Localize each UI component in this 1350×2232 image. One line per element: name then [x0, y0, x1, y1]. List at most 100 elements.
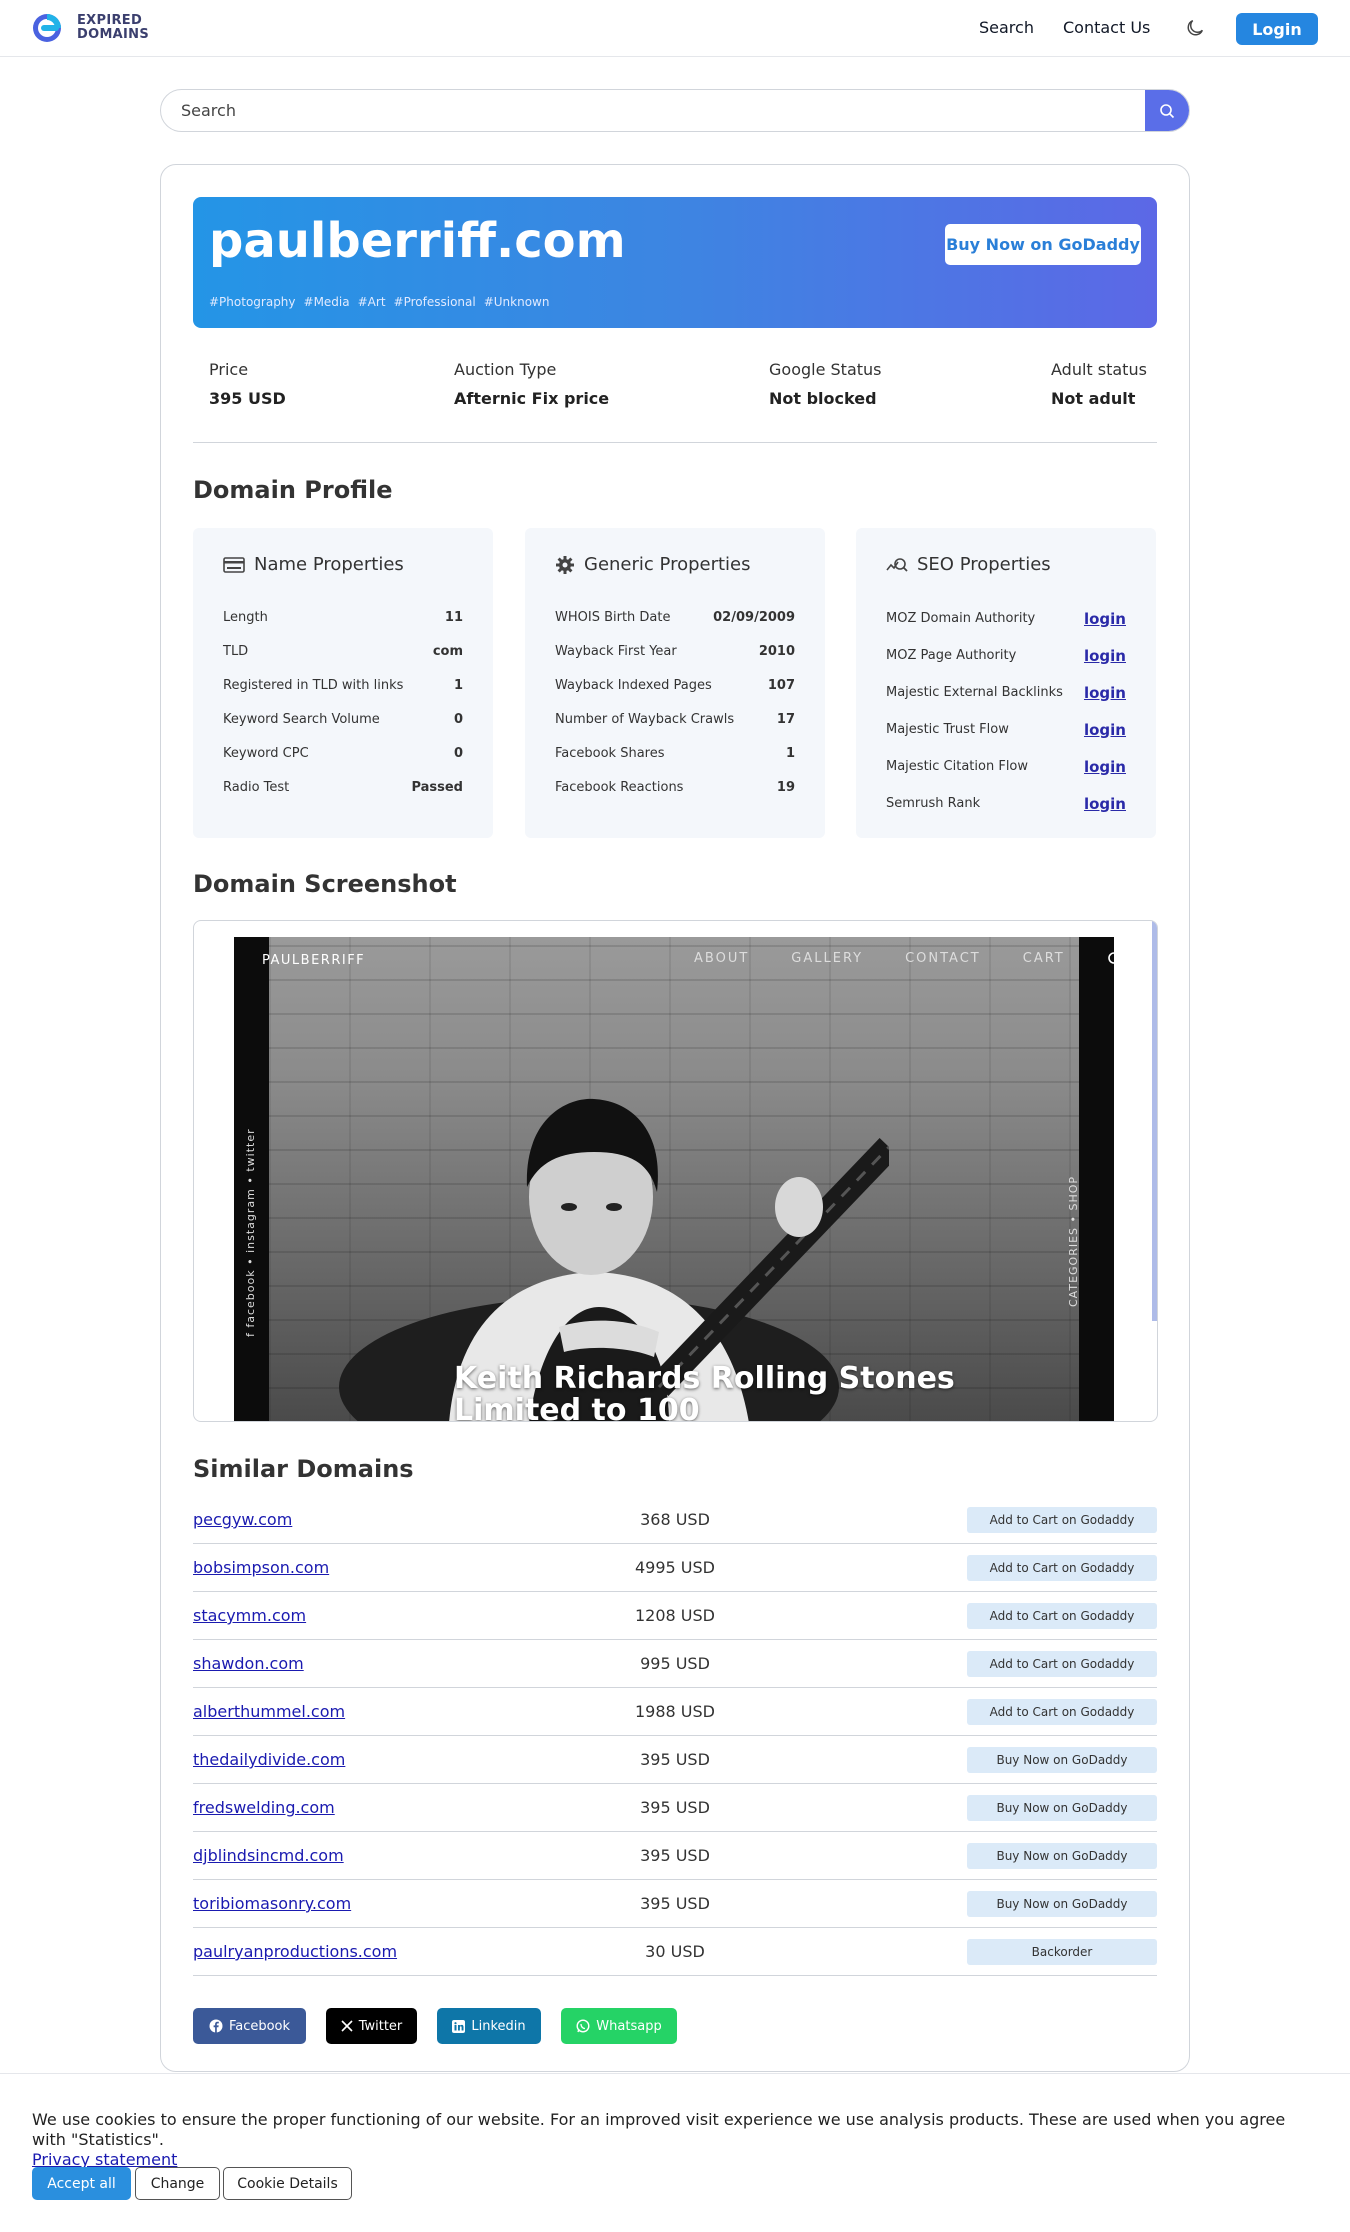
- seo-search-icon: [886, 557, 908, 572]
- logo-text: EXPIRED DOMAINS: [77, 14, 149, 42]
- logo-line-1: EXPIRED: [77, 13, 143, 28]
- cookie-message: We use cookies to ensure the proper func…: [32, 2110, 1322, 2170]
- site-menu-item: ABOUT: [694, 951, 750, 966]
- domain-link[interactable]: stacymm.com: [193, 1606, 306, 1625]
- screenshot-scrollbar[interactable]: [1152, 921, 1157, 1321]
- domain-link[interactable]: bobsimpson.com: [193, 1558, 329, 1577]
- site-logo[interactable]: EXPIRED DOMAINS: [31, 12, 149, 44]
- property-value: 0: [453, 711, 463, 727]
- stat-price: Price 395 USD: [209, 360, 286, 408]
- property-row: Radio Test Passed: [223, 770, 463, 804]
- stat-value: Not blocked: [769, 389, 877, 408]
- domain-action-button[interactable]: Add to Cart on Godaddy: [967, 1506, 1157, 1533]
- domain-link[interactable]: thedailydivide.com: [193, 1750, 345, 1769]
- domain-action-button[interactable]: Buy Now on GoDaddy: [967, 1842, 1157, 1869]
- whatsapp-icon: [576, 2019, 590, 2033]
- property-value: 02/09/2009: [713, 609, 795, 625]
- screenshot-frame[interactable]: f facebook • instagram • twitter CATEGOR…: [193, 920, 1158, 1422]
- card-icon: [223, 556, 245, 573]
- site-search-icon: [1107, 952, 1114, 964]
- seo-properties-panel: SEO Properties MOZ Domain Authority login…: [856, 528, 1156, 838]
- property-value: 107: [767, 677, 795, 693]
- domain-action-button[interactable]: Buy Now on GoDaddy: [967, 1890, 1157, 1917]
- tag[interactable]: #Art: [358, 295, 386, 309]
- search-bar: [160, 89, 1190, 132]
- table-row: 1988 USD alberthummel.com Add to Cart on G…: [193, 1688, 1157, 1736]
- property-row: TLD com: [223, 634, 463, 668]
- stat-value: 395 USD: [209, 389, 286, 408]
- domain-action-button[interactable]: Buy Now on GoDaddy: [967, 1794, 1157, 1821]
- share-label: Linkedin: [471, 2018, 526, 2034]
- table-row: 395 USD toribiomasonry.com Buy Now on GoDa…: [193, 1880, 1157, 1928]
- property-value: 1: [785, 745, 795, 761]
- stat-label: Google Status: [769, 360, 882, 379]
- stat-google-status: Google Status Not blocked: [769, 360, 882, 408]
- property-label: Majestic External Backlinks: [886, 685, 1063, 700]
- stat-value: Afternic Fix price: [454, 389, 610, 408]
- domain-action-button[interactable]: Add to Cart on Godaddy: [967, 1698, 1157, 1725]
- property-label: Radio Test: [223, 779, 290, 795]
- login-link[interactable]: login: [1084, 758, 1126, 776]
- nav-contact-link[interactable]: Contact Us: [1063, 18, 1150, 37]
- search-icon: [1160, 103, 1175, 118]
- stat-label: Auction Type: [454, 360, 557, 379]
- site-caption-line-1: Keith Richards Rolling Stones: [454, 1361, 955, 1396]
- domain-action-button[interactable]: Add to Cart on Godaddy: [967, 1554, 1157, 1581]
- share-twitter-button[interactable]: Twitter: [326, 2008, 417, 2044]
- moon-icon[interactable]: [1184, 17, 1206, 39]
- table-row: 995 USD shawdon.com Add to Cart on Godaddy: [193, 1640, 1157, 1688]
- property-label: MOZ Page Authority: [886, 648, 1017, 663]
- login-button[interactable]: Login: [1236, 13, 1318, 45]
- tag[interactable]: #Unknown: [484, 295, 550, 309]
- domain-action-button[interactable]: Buy Now on GoDaddy: [967, 1746, 1157, 1773]
- property-row: Majestic Citation Flow login: [886, 748, 1126, 785]
- property-label: Number of Wayback Crawls: [555, 711, 735, 727]
- stat-label: Adult status: [1051, 360, 1147, 379]
- login-link[interactable]: login: [1084, 795, 1126, 813]
- tag[interactable]: #Photography: [209, 295, 296, 309]
- domain-link[interactable]: shawdon.com: [193, 1654, 304, 1673]
- domain-link[interactable]: toribiomasonry.com: [193, 1894, 351, 1913]
- domain-action-button[interactable]: Add to Cart on Godaddy: [967, 1602, 1157, 1629]
- table-row: 30 USD paulryanproductions.com Backorder: [193, 1928, 1157, 1976]
- domain-action-button[interactable]: Add to Cart on Godaddy: [967, 1650, 1157, 1677]
- domain-link[interactable]: djblindsincmd.com: [193, 1846, 344, 1865]
- login-link[interactable]: login: [1084, 684, 1126, 702]
- login-link[interactable]: login: [1084, 647, 1126, 665]
- domain-hero: paulberriff.com #Photography #Media #Art…: [193, 197, 1157, 328]
- panel-title: Generic Properties: [584, 554, 751, 575]
- share-whatsapp-button[interactable]: Whatsapp: [561, 2008, 677, 2044]
- cookie-details-button[interactable]: Cookie Details: [223, 2167, 352, 2200]
- property-label: Majestic Trust Flow: [886, 722, 1009, 737]
- login-link[interactable]: login: [1084, 721, 1126, 739]
- tag[interactable]: #Media: [304, 295, 350, 309]
- domain-link[interactable]: alberthummel.com: [193, 1702, 345, 1721]
- buy-now-button[interactable]: Buy Now on GoDaddy: [945, 224, 1141, 265]
- gear-icon: [556, 555, 574, 574]
- domain-profile-title: Domain Profile: [193, 476, 393, 504]
- property-label: Facebook Shares: [555, 745, 665, 761]
- search-input[interactable]: [161, 90, 1147, 131]
- login-link[interactable]: login: [1084, 610, 1126, 628]
- table-row: 395 USD djblindsincmd.com Buy Now on GoDad…: [193, 1832, 1157, 1880]
- nav-search-link[interactable]: Search: [979, 18, 1034, 37]
- accept-all-button[interactable]: Accept all: [32, 2167, 131, 2200]
- share-linkedin-button[interactable]: Linkedin: [437, 2008, 541, 2044]
- property-label: Keyword Search Volume: [223, 711, 380, 727]
- property-label: Keyword CPC: [223, 745, 309, 761]
- table-row: 368 USD pecgyw.com Add to Cart on Godaddy: [193, 1496, 1157, 1544]
- panel-header: SEO Properties: [886, 554, 1051, 575]
- generic-properties-list: WHOIS Birth Date 02/09/2009 Wayback First…: [555, 600, 795, 804]
- tag[interactable]: #Professional: [394, 295, 476, 309]
- change-button[interactable]: Change: [135, 2167, 220, 2200]
- property-row: Wayback Indexed Pages 107: [555, 668, 795, 702]
- stat-label: Price: [209, 360, 249, 379]
- search-button[interactable]: [1145, 90, 1189, 131]
- share-facebook-button[interactable]: Facebook: [193, 2008, 306, 2044]
- domain-link[interactable]: fredswelding.com: [193, 1798, 335, 1817]
- domain-link[interactable]: pecgyw.com: [193, 1510, 292, 1529]
- domain-action-button[interactable]: Backorder: [967, 1938, 1157, 1965]
- panel-title: Name Properties: [254, 554, 404, 575]
- cookie-text: We use cookies to ensure the proper func…: [32, 2110, 1286, 2149]
- domain-link[interactable]: paulryanproductions.com: [193, 1942, 397, 1961]
